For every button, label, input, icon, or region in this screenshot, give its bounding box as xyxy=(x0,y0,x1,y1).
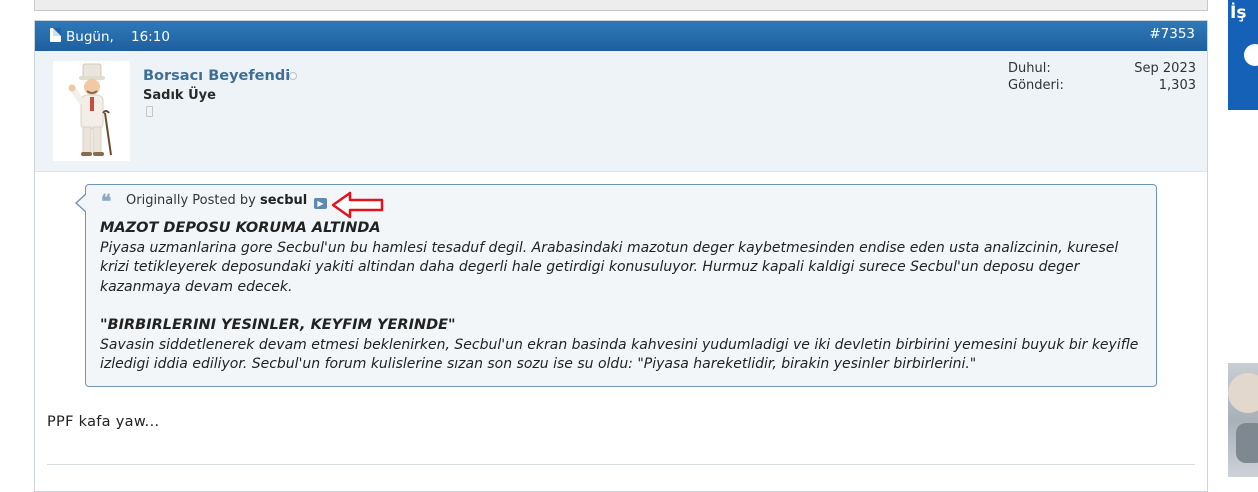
post-count-value: 1,303 xyxy=(1158,78,1196,93)
quote-paragraph-1: Piyasa uzmanlarina gore Secbul'un bu ham… xyxy=(100,239,1119,295)
post-number-link[interactable]: #7353 xyxy=(1149,26,1195,42)
post-time: 16:10 xyxy=(131,29,170,45)
status-dot-icon xyxy=(289,72,297,80)
red-arrow-annotation-icon xyxy=(331,191,384,219)
post-header: Bugün, 16:10 #7353 xyxy=(35,21,1207,51)
post-count-label: Gönderi: xyxy=(1008,78,1064,93)
quote-body: MAZOT DEPOSU KORUMA ALTINDA Piyasa uzman… xyxy=(100,219,1148,375)
post-divider xyxy=(47,464,1195,465)
side-ad-bottom[interactable] xyxy=(1228,363,1258,477)
phone-icon xyxy=(146,106,153,117)
post-date: Bugün, xyxy=(66,29,114,45)
quote-prefix: Originally Posted by xyxy=(126,193,256,208)
goto-post-icon[interactable]: ▶ xyxy=(314,198,327,209)
quote-header: Originally Posted by secbul xyxy=(126,193,307,208)
ad-text: İş xyxy=(1230,3,1247,23)
quote-author[interactable]: secbul xyxy=(260,193,307,208)
avatar-image xyxy=(68,63,112,156)
avatar[interactable] xyxy=(53,61,130,161)
quote-title-2: "BIRBIRLERINI YESINLER, KEYFIM YERINDE" xyxy=(100,317,456,333)
join-date-label: Duhul: xyxy=(1008,61,1051,76)
ad-circle-icon xyxy=(1244,44,1258,66)
quote-paragraph-2: Savasin siddetlenerek devam etmesi bekle… xyxy=(100,336,1139,373)
quote-box: ❝ Originally Posted by secbul ▶ MAZOT DE… xyxy=(75,184,1157,387)
document-icon xyxy=(50,28,61,42)
quote-icon: ❝ xyxy=(101,191,112,213)
post-message: PPF kafa yaw... xyxy=(47,414,160,430)
username-link[interactable]: Borsacı Beyefendi xyxy=(143,68,290,84)
quote-title-1: MAZOT DEPOSU KORUMA ALTINDA xyxy=(100,220,381,236)
user-title: Sadık Üye xyxy=(143,88,216,103)
previous-post-bottom xyxy=(34,0,1208,11)
user-info-panel: Borsacı Beyefendi Sadık Üye Duhul: Sep 2… xyxy=(35,51,1207,172)
join-date-value: Sep 2023 xyxy=(1134,61,1196,76)
side-ad-top[interactable]: İş xyxy=(1228,0,1258,110)
forum-post: Bugün, 16:10 #7353 Borsacı Beyefendi Sad… xyxy=(34,20,1208,492)
